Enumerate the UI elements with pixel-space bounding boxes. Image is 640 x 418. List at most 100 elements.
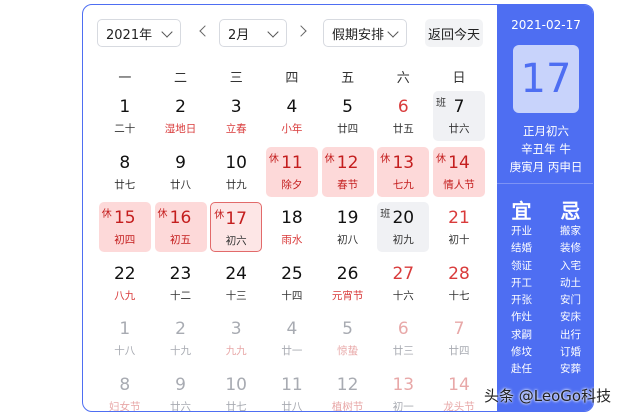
- month-select-value: 2月: [228, 27, 250, 43]
- lunar-or-festival-label: 廿一: [281, 345, 303, 358]
- calendar-day[interactable]: 班 20 初九: [377, 202, 430, 253]
- holiday-select-value: 假期安排: [332, 27, 385, 43]
- day-number: 5: [342, 319, 353, 340]
- calendar-day[interactable]: 26 元宵节: [322, 258, 374, 308]
- day-number: 8: [119, 375, 131, 395]
- day-number: 4: [286, 319, 298, 340]
- weekday-label: 六: [396, 71, 410, 86]
- back-to-today-button[interactable]: 返回今天: [425, 19, 483, 47]
- calendar-day[interactable]: 1 十八: [99, 313, 151, 363]
- day-number: 15: [113, 208, 136, 229]
- calendar-day[interactable]: 9 廿八: [155, 147, 207, 197]
- ji-title: 忌: [560, 199, 581, 223]
- lunar-or-festival-label: 二十: [114, 123, 136, 135]
- calendar-day[interactable]: 6 廿三: [377, 313, 429, 363]
- calendar-day[interactable]: 11 廿八: [266, 369, 318, 411]
- calendar-day[interactable]: 休 14 情人节: [433, 146, 485, 197]
- calendar-day[interactable]: 10 廿九: [210, 147, 262, 197]
- calendar-day[interactable]: 19 初八: [322, 202, 374, 252]
- date-detail-panel: 2021-02-17 17 正月初六 辛丑年 牛 庚寅月 丙申日 宜 开业 结婚领…: [497, 5, 593, 411]
- day-number: 6: [397, 319, 409, 340]
- day-number: 14: [448, 152, 470, 173]
- calendar-day[interactable]: 28 十七: [433, 258, 485, 308]
- calendar-day[interactable]: 14 龙头节: [433, 369, 485, 411]
- calendar-day[interactable]: 8 妇女节: [99, 369, 151, 411]
- calendar-day[interactable]: 8 廿七: [99, 147, 151, 197]
- lunar-or-festival-label: 十七: [448, 289, 470, 302]
- day-number: 1: [119, 97, 131, 117]
- ji-item: 动土: [560, 276, 581, 289]
- calendar-day[interactable]: 27 十六: [377, 258, 429, 308]
- calendar-day[interactable]: 6 廿五: [377, 91, 429, 141]
- calendar-day[interactable]: 4 廿一: [266, 313, 318, 363]
- day-number: 27: [392, 263, 415, 284]
- day-number: 3: [230, 319, 242, 340]
- yi-item: 求嗣: [511, 328, 532, 341]
- calendar-day[interactable]: 13 初一: [377, 369, 429, 412]
- calendar-day[interactable]: 休 11 除夕: [265, 146, 318, 197]
- lunar-or-festival-label: 十九: [170, 345, 191, 358]
- selected-date: 2021-02-17: [511, 18, 581, 32]
- calendar-day[interactable]: 10 廿七: [210, 369, 262, 412]
- calendar-day[interactable]: 9 廿六: [155, 369, 207, 411]
- day-number: 5: [342, 97, 353, 117]
- prev-month-arrow-icon[interactable]: [199, 25, 211, 37]
- calendar-day[interactable]: 22 八九: [99, 258, 151, 308]
- calendar-day[interactable]: 18 雨水: [266, 202, 318, 252]
- calendar-day[interactable]: 5 廿四: [322, 91, 374, 141]
- calendar-day[interactable]: 休 12 春节: [321, 146, 374, 197]
- day-number: 17: [225, 209, 247, 230]
- day-number: 18: [281, 208, 303, 229]
- day-number: 25: [281, 263, 303, 284]
- ji-item: 入宅: [560, 259, 581, 272]
- calendar-day[interactable]: 休 13 七九: [377, 146, 430, 197]
- month-select[interactable]: 2月: [219, 19, 287, 47]
- lunar-or-festival-label: 十二: [170, 289, 191, 302]
- day-number: 3: [230, 97, 242, 117]
- lunar-or-festival-label: 初八: [337, 234, 359, 247]
- calendar-day[interactable]: 休 16 初五: [154, 202, 207, 253]
- day-number: 28: [448, 263, 470, 284]
- calendar-day[interactable]: 4 小年: [266, 91, 318, 141]
- day-number: 2: [175, 97, 186, 117]
- calendar-day[interactable]: 3 立春: [210, 91, 262, 141]
- calendar-day[interactable]: 7 廿四: [433, 313, 485, 363]
- calendar-day[interactable]: 23 十二: [155, 258, 207, 308]
- day-number: 12: [336, 375, 359, 395]
- holiday-schedule-select[interactable]: 假期安排: [323, 19, 407, 47]
- year-select[interactable]: 2021年: [97, 19, 181, 47]
- lunar-or-festival-label: 九九: [225, 345, 247, 358]
- lunar-or-festival-label: 湿地日: [164, 123, 197, 135]
- lunar-or-festival-label: 廿七: [225, 401, 247, 412]
- day-number: 9: [175, 375, 186, 395]
- lunar-or-festival-label: 小年: [281, 123, 303, 135]
- calendar-day[interactable]: 休 15 初四: [98, 202, 151, 253]
- calendar-day[interactable]: 12 植树节: [322, 369, 374, 412]
- calendar-day[interactable]: 2 十九: [155, 313, 207, 363]
- lunar-or-festival-label: 初一: [392, 401, 414, 412]
- ji-item: 搬家: [560, 225, 581, 237]
- next-month-arrow-icon[interactable]: [295, 25, 307, 37]
- calendar-day[interactable]: 25 十四: [266, 258, 318, 308]
- chevron-down-icon: [267, 26, 279, 38]
- calendar-day[interactable]: 2 湿地日: [155, 91, 207, 141]
- lunar-or-festival-label: 植树节: [331, 401, 364, 412]
- calendar-day[interactable]: 1 二十: [99, 91, 151, 141]
- calendar-day[interactable]: 5 惊蛰: [322, 313, 374, 363]
- day-number: 26: [336, 263, 359, 284]
- day-number: 12: [336, 152, 359, 173]
- calendar-day[interactable]: 班 7 廿六: [433, 91, 485, 141]
- year-select-value: 2021年: [106, 27, 153, 43]
- ji-item: 安床: [560, 311, 581, 324]
- day-number: 13: [392, 375, 415, 395]
- yi-item: 开张: [511, 294, 532, 307]
- yi-item: 开工: [511, 276, 532, 289]
- lunar-or-festival-label: 廿六: [448, 123, 470, 135]
- calendar-day-today[interactable]: 休 17 初六: [210, 202, 263, 253]
- calendar-toolbar: 2021年 2月 假期安排 返回今天: [83, 5, 497, 61]
- calendar-day[interactable]: 24 十三: [210, 258, 262, 308]
- calendar-day[interactable]: 3 九九: [210, 313, 262, 363]
- calendar-day[interactable]: 21 初十: [433, 202, 485, 252]
- yi-item: 结婚: [511, 242, 532, 255]
- day-number: 24: [225, 263, 247, 284]
